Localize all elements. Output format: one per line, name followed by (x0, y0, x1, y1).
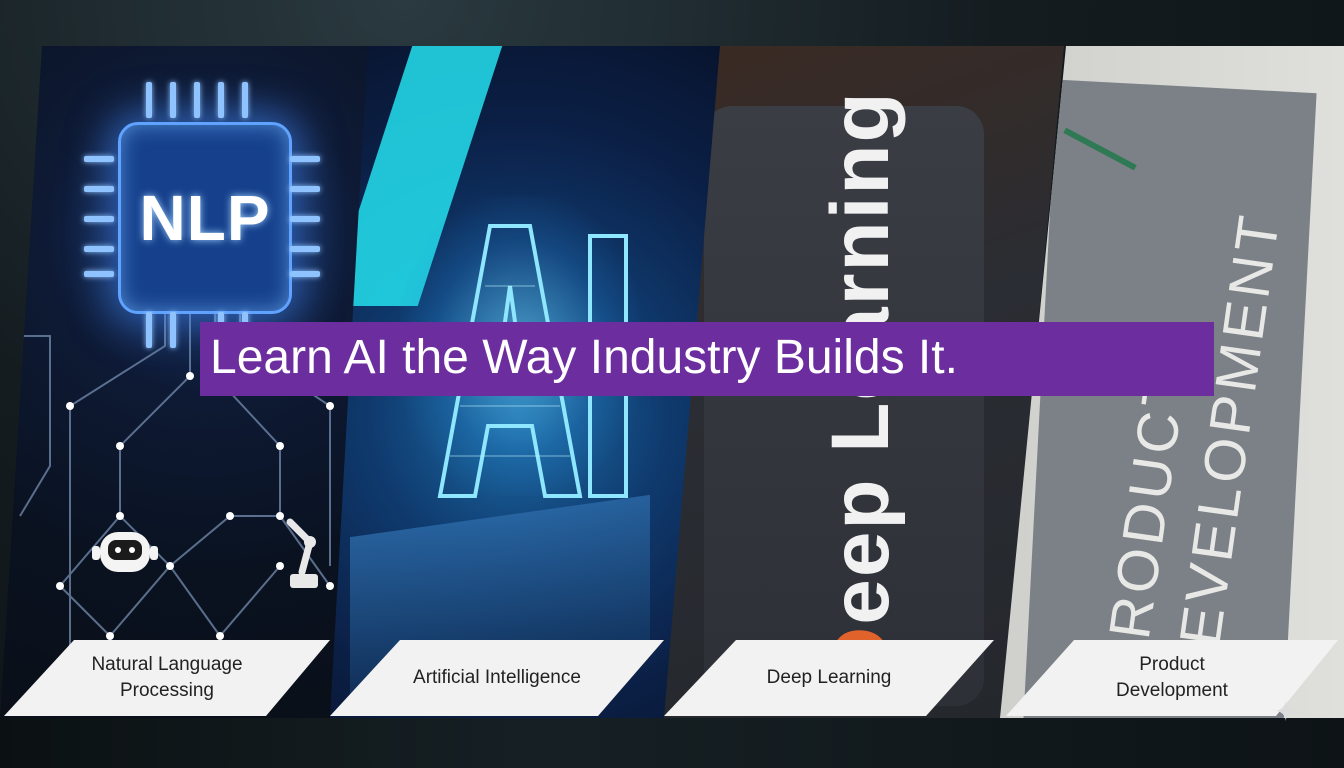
headline-banner: Learn AI the Way Industry Builds It. (200, 322, 1214, 396)
label-pd-line1: Product (1139, 654, 1205, 675)
chip-pin (290, 271, 320, 277)
label-nlp-line2: Processing (119, 680, 214, 701)
chip-pin (242, 82, 248, 118)
chip-pin (84, 186, 114, 192)
chip-pin (290, 246, 320, 252)
chip-pin (84, 271, 114, 277)
robotic-arm-icon (286, 518, 318, 588)
label-deep-learning-text: Deep Learning (766, 667, 892, 688)
ai-courses-banner: NLP PRODUCT DEVELOPMENT Learn AI the Way… (0, 0, 1344, 768)
chip-pin (146, 312, 152, 348)
chip-pin (146, 82, 152, 118)
chip-pin (290, 216, 320, 222)
chip-pin (84, 216, 114, 222)
chip-pin (218, 82, 224, 118)
robot-icon (92, 532, 158, 572)
chip-pin (170, 312, 176, 348)
nlp-chip: NLP (118, 122, 292, 314)
chip-pin (290, 156, 320, 162)
chip-pin (194, 82, 200, 118)
sparkle-icon: ✦ (1274, 696, 1298, 727)
label-nlp-line1: Natural Language (91, 654, 243, 675)
chip-pin (290, 186, 320, 192)
chip-label: NLP (139, 182, 271, 254)
label-pd-line2: Development (1116, 680, 1228, 701)
chip-pin (84, 156, 114, 162)
chip-pin (170, 82, 176, 118)
headline-text: Learn AI the Way Industry Builds It. (210, 331, 958, 384)
label-ai-text: Artificial Intelligence (413, 667, 581, 688)
chip-pin (84, 246, 114, 252)
bottom-band (0, 718, 1344, 768)
